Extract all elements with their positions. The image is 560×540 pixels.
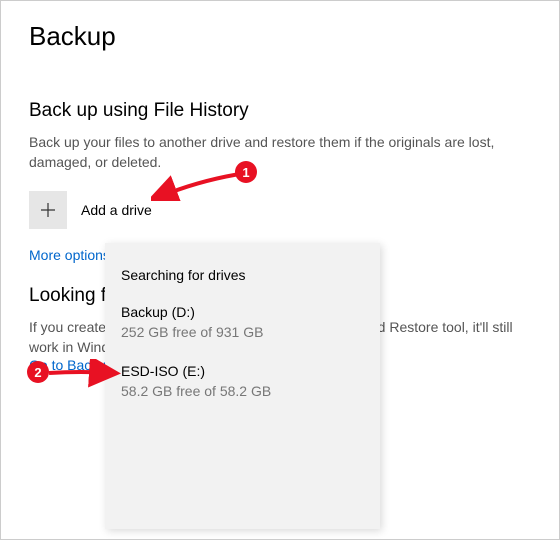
add-drive-button[interactable]: Add a drive (29, 191, 531, 229)
plus-icon (29, 191, 67, 229)
drive-item-esd-iso-e[interactable]: ESD-ISO (E:) 58.2 GB free of 58.2 GB (121, 362, 364, 401)
section-file-history-desc: Back up your files to another drive and … (29, 132, 531, 173)
drive-item-backup-d[interactable]: Backup (D:) 252 GB free of 931 GB (121, 303, 364, 342)
drive-name: ESD-ISO (E:) (121, 362, 364, 382)
page-title: Backup (29, 21, 531, 52)
drive-space: 252 GB free of 931 GB (121, 323, 364, 343)
more-options-link[interactable]: More options (29, 247, 110, 263)
drive-selection-popup: Searching for drives Backup (D:) 252 GB … (105, 243, 380, 529)
add-drive-label: Add a drive (81, 202, 152, 218)
drive-name: Backup (D:) (121, 303, 364, 323)
popup-header: Searching for drives (121, 267, 364, 283)
drive-space: 58.2 GB free of 58.2 GB (121, 382, 364, 402)
section-file-history-title: Back up using File History (29, 100, 531, 122)
